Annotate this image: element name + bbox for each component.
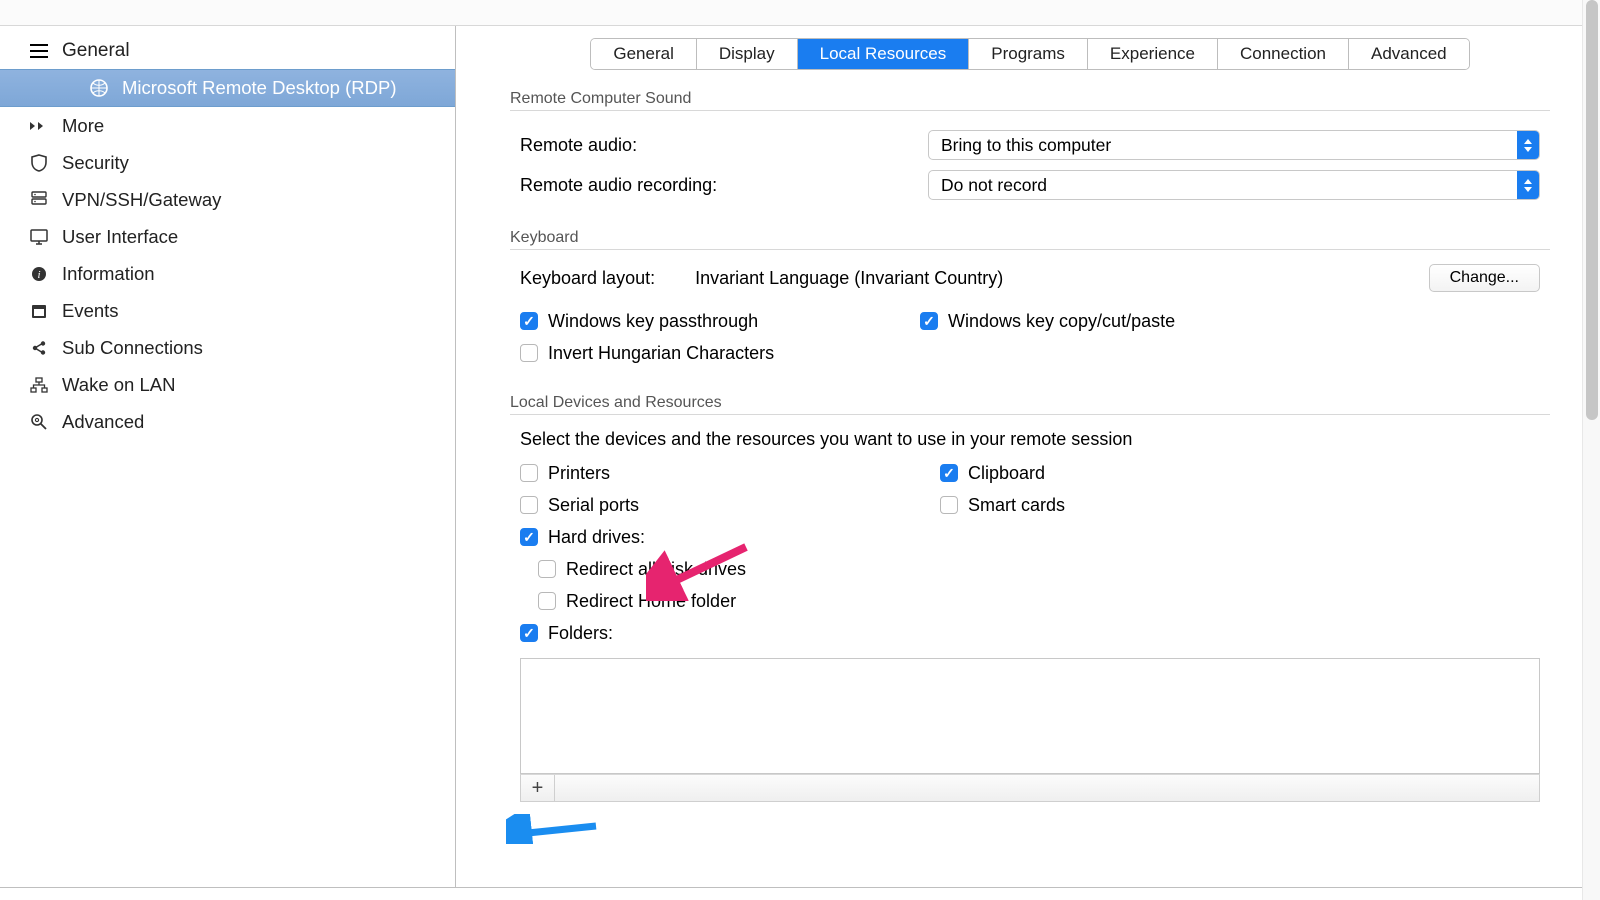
sidebar-item-subconnections[interactable]: Sub Connections [0,329,455,366]
server-icon [28,191,50,209]
select-arrows-icon [1517,171,1539,199]
remote-audio-label: Remote audio: [520,135,910,156]
tab-experience[interactable]: Experience [1088,39,1218,69]
svg-text:i: i [37,269,40,281]
group-title-sound: Remote Computer Sound [510,90,1550,108]
sidebar: General Microsoft Remote Desktop (RDP) M… [0,26,456,887]
checkbox-folders[interactable]: ✓ Folders: [520,618,940,648]
checkbox-icon [538,560,556,578]
tab-display[interactable]: Display [697,39,798,69]
remote-recording-label: Remote audio recording: [520,175,910,196]
checkbox-label: Redirect Home folder [566,591,736,612]
sidebar-item-rdp[interactable]: Microsoft Remote Desktop (RDP) [0,69,455,107]
shield-icon [28,154,50,172]
checkbox-icon: ✓ [520,528,538,546]
window-titlebar [0,0,1600,26]
sidebar-item-label: Sub Connections [62,337,203,359]
tab-general[interactable]: General [591,39,696,69]
remote-recording-value: Do not record [941,175,1047,196]
tab-local-resources[interactable]: Local Resources [798,39,970,69]
group-title-local: Local Devices and Resources [510,394,1550,412]
more-icon [28,120,50,132]
checkbox-label: Windows key copy/cut/paste [948,311,1175,332]
folders-toolbar: + [520,774,1540,802]
annotation-arrow-blue [506,814,606,844]
remote-audio-value: Bring to this computer [941,135,1111,156]
monitor-icon [28,229,50,245]
sidebar-item-label: User Interface [62,226,178,248]
network-icon [28,377,50,393]
checkbox-icon [538,592,556,610]
checkbox-hard-drives[interactable]: ✓ Hard drives: [520,522,940,552]
rdp-icon [88,79,110,97]
checkbox-icon [520,496,538,514]
keyboard-layout-value: Invariant Language (Invariant Country) [695,268,1389,289]
checkbox-label: Folders: [548,623,613,644]
checkbox-serial[interactable]: Serial ports [520,490,940,520]
sidebar-item-more[interactable]: More [0,107,455,144]
sidebar-item-general[interactable]: General [0,32,455,69]
checkbox-label: Invert Hungarian Characters [548,343,774,364]
tab-programs[interactable]: Programs [969,39,1088,69]
tab-connection[interactable]: Connection [1218,39,1349,69]
sidebar-item-label: Advanced [62,411,144,433]
sidebar-item-label: Security [62,152,129,174]
remote-audio-select[interactable]: Bring to this computer [928,130,1540,160]
checkbox-label: Clipboard [968,463,1045,484]
add-folder-button[interactable]: + [521,775,555,801]
menu-icon [28,44,50,58]
vertical-scrollbar[interactable] [1582,0,1600,900]
sidebar-item-advanced[interactable]: Advanced [0,403,455,440]
change-button[interactable]: Change... [1429,264,1540,292]
info-icon: i [28,266,50,282]
sidebar-item-ui[interactable]: User Interface [0,218,455,255]
checkbox-icon: ✓ [940,464,958,482]
sidebar-item-wol[interactable]: Wake on LAN [0,366,455,403]
checkbox-invert-hungarian[interactable]: Invert Hungarian Characters [520,338,920,368]
checkbox-clipboard[interactable]: ✓ Clipboard [940,458,1340,488]
sidebar-item-vpn[interactable]: VPN/SSH/Gateway [0,181,455,218]
checkbox-smartcards[interactable]: Smart cards [940,490,1340,520]
checkbox-icon [520,464,538,482]
sidebar-item-information[interactable]: i Information [0,255,455,292]
sidebar-item-label: Microsoft Remote Desktop (RDP) [122,77,396,99]
checkbox-icon: ✓ [920,312,938,330]
checkbox-label: Serial ports [548,495,639,516]
checkbox-icon [520,344,538,362]
scrollbar-thumb[interactable] [1586,0,1598,420]
select-arrows-icon [1517,131,1539,159]
group-title-keyboard: Keyboard [510,229,1550,247]
share-icon [28,340,50,356]
checkbox-icon: ✓ [520,624,538,642]
checkbox-redirect-home[interactable]: Redirect Home folder [538,586,940,616]
checkbox-icon [940,496,958,514]
checkbox-label: Redirect all disk drives [566,559,746,580]
checkbox-redirect-all[interactable]: Redirect all disk drives [538,554,940,584]
sidebar-item-label: Events [62,300,119,322]
checkbox-label: Hard drives: [548,527,645,548]
checkbox-label: Smart cards [968,495,1065,516]
sidebar-item-label: More [62,115,104,137]
sidebar-item-security[interactable]: Security [0,144,455,181]
checkbox-label: Windows key passthrough [548,311,758,332]
sidebar-item-label: VPN/SSH/Gateway [62,189,221,211]
tab-advanced[interactable]: Advanced [1349,39,1469,69]
checkbox-label: Printers [548,463,610,484]
checkbox-win-passthrough[interactable]: ✓ Windows key passthrough [520,306,920,336]
checkbox-printers[interactable]: Printers [520,458,940,488]
folders-listbox[interactable] [520,658,1540,774]
sidebar-item-events[interactable]: Events [0,292,455,329]
tab-bar: General Display Local Resources Programs… [590,38,1469,70]
search-gear-icon [28,413,50,431]
checkbox-icon: ✓ [520,312,538,330]
keyboard-layout-label: Keyboard layout: [520,268,655,289]
sidebar-item-label: Information [62,263,155,285]
content-pane: General Display Local Resources Programs… [456,26,1600,887]
checkbox-win-copypaste[interactable]: ✓ Windows key copy/cut/paste [920,306,1320,336]
sidebar-item-label: Wake on LAN [62,374,175,396]
local-hint: Select the devices and the resources you… [520,429,1540,450]
sidebar-item-label: General [62,40,130,62]
calendar-icon [28,303,50,319]
remote-recording-select[interactable]: Do not record [928,170,1540,200]
